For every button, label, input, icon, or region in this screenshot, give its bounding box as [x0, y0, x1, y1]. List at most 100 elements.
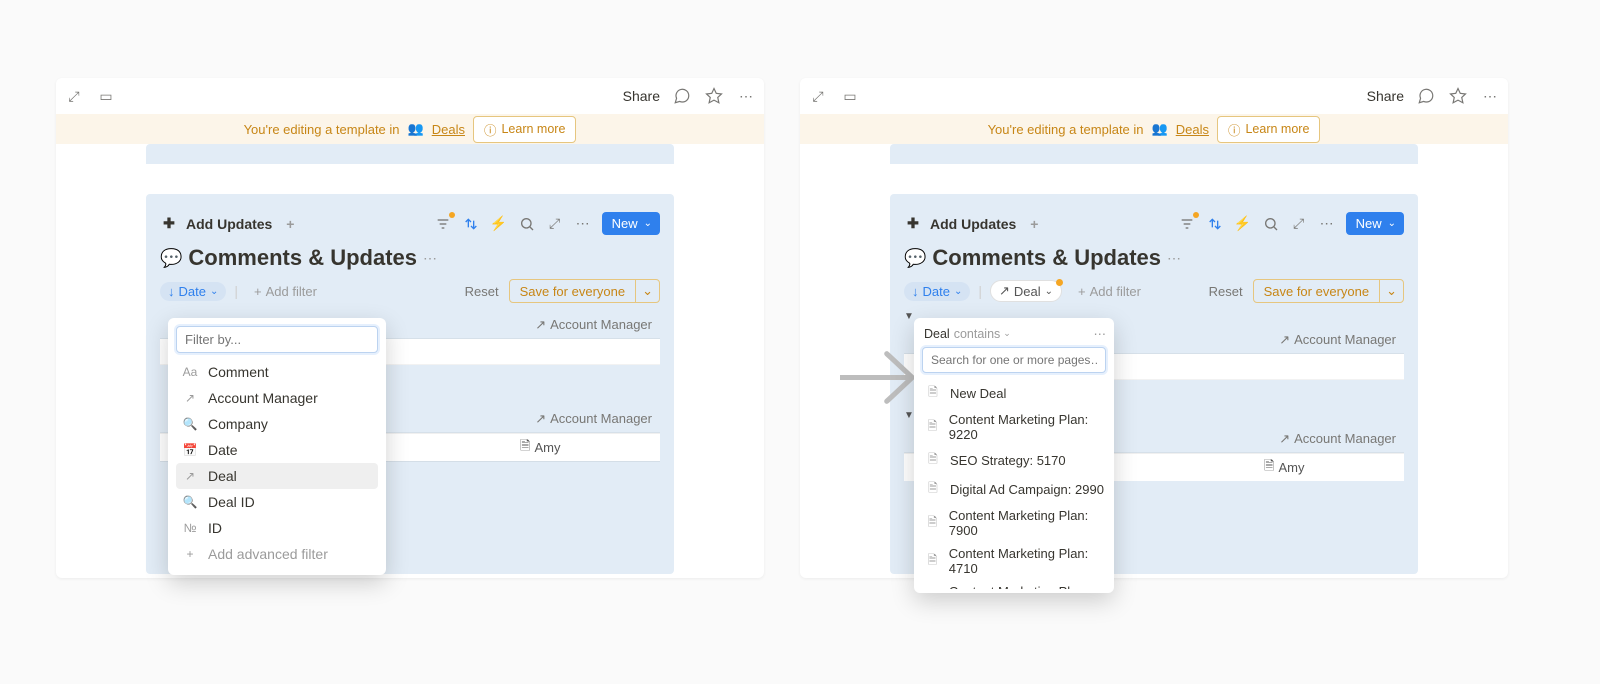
more-icon[interactable]: ⋯ [736, 86, 756, 106]
share-button[interactable]: Share [623, 88, 660, 104]
db-title[interactable]: Comments & Updates [188, 245, 417, 271]
db-title-more-icon[interactable]: ⋯ [1167, 250, 1181, 267]
bolt-icon[interactable]: ⚡ [490, 215, 508, 233]
filter-option-comment[interactable]: Aa Comment [176, 359, 378, 385]
cell-account-manager: 🗎 Amy [520, 437, 660, 459]
more-icon[interactable]: ⋯ [1480, 86, 1500, 106]
filter-mode-button[interactable]: contains ⌄ [954, 327, 1011, 341]
deal-option[interactable]: 🗎SEO Strategy: 5170 [922, 446, 1110, 475]
template-banner: You're editing a template in 👥 Deals ⓘ L… [56, 114, 764, 144]
display-mode-icon[interactable]: ▭ [96, 86, 116, 106]
deal-option-label: Content Marketing Plan: 4710 [949, 546, 1106, 576]
filter-option-label: Deal [208, 468, 237, 484]
column-account-manager[interactable]: ↗ Account Manager [535, 317, 660, 333]
save-for-everyone-button[interactable]: Save for everyone ⌄ [509, 279, 660, 303]
chevron-down-icon[interactable]: ⌄ [1379, 280, 1403, 302]
share-button[interactable]: Share [1367, 88, 1404, 104]
column-account-manager[interactable]: ↗ Account Manager [1279, 431, 1404, 447]
chevron-down-icon: ⌄ [1388, 218, 1396, 229]
expand-icon[interactable]: ⤢ [64, 86, 84, 106]
view-tab[interactable]: Add Updates [930, 216, 1016, 232]
filter-option-account-manager[interactable]: ↗ Account Manager [176, 385, 378, 411]
deal-option[interactable]: 🗎Content Marketing Plan: 7900 [922, 504, 1110, 542]
arrow-down-icon: ↓ [912, 284, 919, 299]
deal-option-label: New Deal [950, 386, 1006, 401]
filter-option-label: Company [208, 416, 268, 432]
expand-icon[interactable]: ⤢ [808, 86, 828, 106]
filter-option-deal-id[interactable]: 🔍Deal ID [176, 489, 378, 515]
reset-button[interactable]: Reset [465, 284, 499, 299]
deal-filter-pill[interactable]: ↗ Deal ⌄ [990, 280, 1062, 302]
expand-db-icon[interactable]: ⤢ [546, 215, 564, 233]
add-filter-button[interactable]: + Add filter [1070, 282, 1149, 301]
filter-property-popover: Aa Comment ↗ Account Manager 🔍 Company 📅Date↗D… [168, 318, 386, 575]
banner-deals-link[interactable]: Deals [432, 122, 465, 137]
expand-db-icon[interactable]: ⤢ [1290, 215, 1308, 233]
plus-icon: ✚ [904, 215, 922, 232]
banner-text: You're editing a template in [244, 122, 400, 137]
deal-option[interactable]: 🗎Content Marketing Plan: 8950 [922, 580, 1110, 589]
add-advanced-filter-button[interactable]: +Add advanced filter [176, 541, 378, 567]
filter-option-company[interactable]: 🔍 Company [176, 411, 378, 437]
star-icon[interactable] [704, 86, 724, 106]
sort-icon[interactable] [1206, 215, 1224, 233]
filter-more-icon[interactable]: ⋯ [1094, 326, 1107, 341]
comments-icon[interactable] [1416, 86, 1436, 106]
save-for-everyone-button[interactable]: Save for everyone ⌄ [1253, 279, 1404, 303]
filter-option-deal[interactable]: ↗Deal [176, 463, 378, 489]
filter-field-label: Deal [924, 327, 950, 341]
property-type-icon: Aa [182, 365, 198, 379]
view-tab[interactable]: Add Updates [186, 216, 272, 232]
reset-button[interactable]: Reset [1209, 284, 1243, 299]
new-button[interactable]: New ⌄ [602, 212, 660, 235]
display-mode-icon[interactable]: ▭ [840, 86, 860, 106]
db-more-icon[interactable]: ⋯ [1318, 215, 1336, 233]
sort-icon[interactable] [462, 215, 480, 233]
db-title[interactable]: Comments & Updates [932, 245, 1161, 271]
deal-option-label: Content Marketing Plan: 7900 [949, 508, 1106, 538]
property-type-icon: 🔍 [182, 417, 198, 431]
db-more-icon[interactable]: ⋯ [574, 215, 592, 233]
arrow-icon [840, 335, 925, 420]
panel-right: ⤢ ▭ Share ⋯ You're editing a template in… [800, 78, 1508, 578]
deal-search-input[interactable] [922, 347, 1106, 373]
page-icon: 🗎 [926, 551, 939, 572]
learn-more-button[interactable]: ⓘ Learn more [473, 116, 576, 143]
db-title-more-icon[interactable]: ⋯ [423, 250, 437, 267]
filter-option-date[interactable]: 📅Date [176, 437, 378, 463]
column-account-manager[interactable]: ↗ Account Manager [1279, 332, 1404, 348]
learn-more-button[interactable]: ⓘ Learn more [1217, 116, 1320, 143]
comments-icon[interactable] [672, 86, 692, 106]
search-icon[interactable] [518, 215, 536, 233]
filter-option-label: Account Manager [208, 390, 318, 406]
topbar: ⤢ ▭ Share ⋯ [800, 78, 1508, 114]
star-icon[interactable] [1448, 86, 1468, 106]
add-view-button[interactable]: + [1024, 214, 1044, 234]
column-account-manager[interactable]: ↗ Account Manager [535, 411, 660, 427]
plus-icon: + [1078, 284, 1086, 299]
date-sort-pill[interactable]: ↓ Date ⌄ [160, 282, 226, 301]
deal-option[interactable]: 🗎Content Marketing Plan: 9220 [922, 408, 1110, 446]
filter-option-id[interactable]: №ID [176, 515, 378, 541]
deal-option[interactable]: 🗎New Deal [922, 379, 1110, 408]
deal-option[interactable]: 🗎 Content Marketing Plan: 4710 [922, 542, 1110, 580]
date-sort-pill[interactable]: ↓ Date ⌄ [904, 282, 970, 301]
add-view-button[interactable]: + [280, 214, 300, 234]
chevron-down-icon[interactable]: ⌄ [635, 280, 659, 302]
filter-icon[interactable] [1178, 215, 1196, 233]
filter-search-input[interactable] [176, 326, 378, 353]
filter-icon[interactable] [434, 215, 452, 233]
topbar: ⤢ ▭ Share ⋯ [56, 78, 764, 114]
search-icon[interactable] [1262, 215, 1280, 233]
property-type-icon: 📅 [182, 443, 198, 457]
filter-option-label: Comment [208, 364, 269, 380]
add-filter-button[interactable]: + Add filter [246, 282, 325, 301]
group-toggle-icon[interactable]: ▼ [904, 311, 914, 322]
new-button[interactable]: New ⌄ [1346, 212, 1404, 235]
relation-icon: ↗ [535, 317, 546, 333]
deal-option[interactable]: 🗎Digital Ad Campaign: 2990 [922, 475, 1110, 504]
banner-deals-link[interactable]: Deals [1176, 122, 1209, 137]
header-block [146, 144, 674, 164]
bolt-icon[interactable]: ⚡ [1234, 215, 1252, 233]
property-type-icon: ↗ [182, 391, 198, 405]
